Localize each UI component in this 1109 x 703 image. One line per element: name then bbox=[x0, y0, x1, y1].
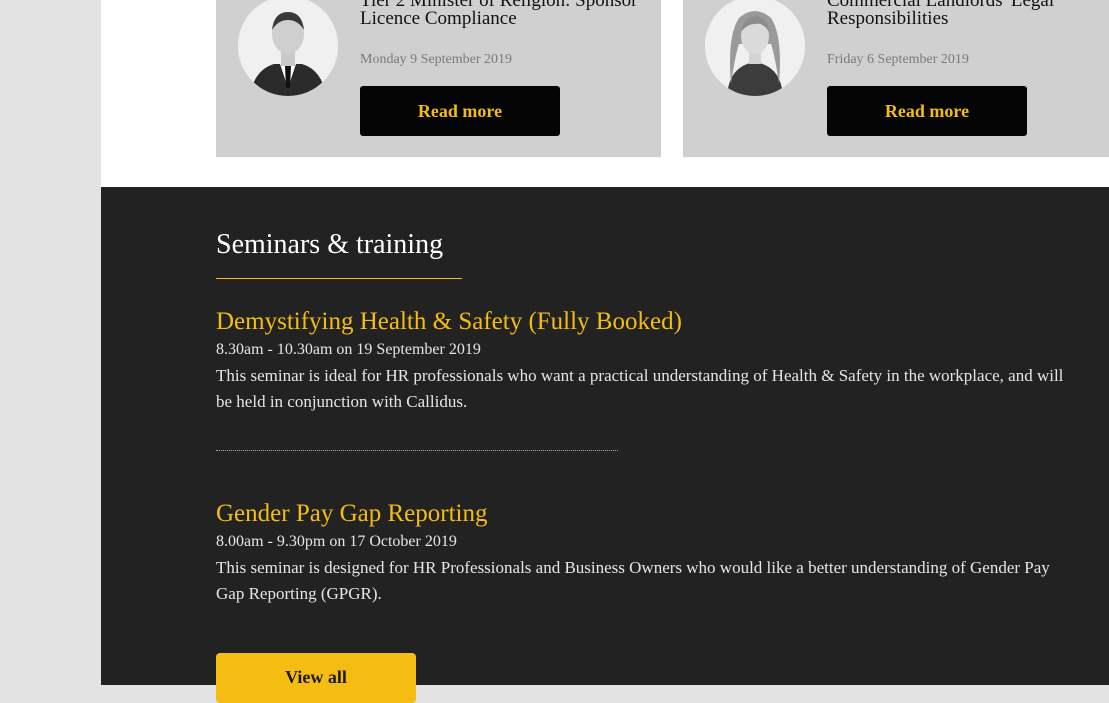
read-more-button[interactable]: Read more bbox=[360, 86, 560, 136]
seminar-event: Gender Pay Gap Reporting 8.00am - 9.30pm… bbox=[216, 498, 1076, 607]
author-avatar bbox=[238, 0, 338, 96]
event-time: 8.00am - 9.30pm on 17 October 2019 bbox=[216, 533, 457, 550]
article-date: Monday 9 September 2019 bbox=[360, 52, 513, 67]
seminar-event: Demystifying Health & Safety (Fully Book… bbox=[216, 306, 1076, 415]
event-time: 8.30am - 10.30am on 19 September 2019 bbox=[216, 341, 481, 358]
section-heading: Seminars & training bbox=[216, 229, 444, 260]
event-title-link[interactable]: Demystifying Health & Safety (Fully Book… bbox=[216, 306, 1076, 338]
event-description: This seminar is ideal for HR professiona… bbox=[216, 366, 1064, 411]
view-all-button[interactable]: View all bbox=[216, 653, 416, 703]
article-title[interactable]: Tier 2 Minister of Religion: Sponsor Lic… bbox=[360, 0, 650, 28]
event-divider bbox=[216, 450, 618, 451]
seminars-section: Seminars & training Demystifying Health … bbox=[101, 187, 1109, 703]
article-card: Commercial Landlords' Legal Responsibili… bbox=[683, 0, 1109, 157]
event-description: This seminar is designed for HR Professi… bbox=[216, 558, 1050, 603]
heading-underline bbox=[216, 278, 462, 279]
article-title[interactable]: Commercial Landlords' Legal Responsibili… bbox=[827, 0, 1109, 28]
author-avatar bbox=[705, 0, 805, 96]
event-title-link[interactable]: Gender Pay Gap Reporting bbox=[216, 498, 1076, 530]
read-more-button[interactable]: Read more bbox=[827, 86, 1027, 136]
article-card: Tier 2 Minister of Religion: Sponsor Lic… bbox=[216, 0, 661, 157]
article-date: Friday 6 September 2019 bbox=[827, 52, 969, 67]
